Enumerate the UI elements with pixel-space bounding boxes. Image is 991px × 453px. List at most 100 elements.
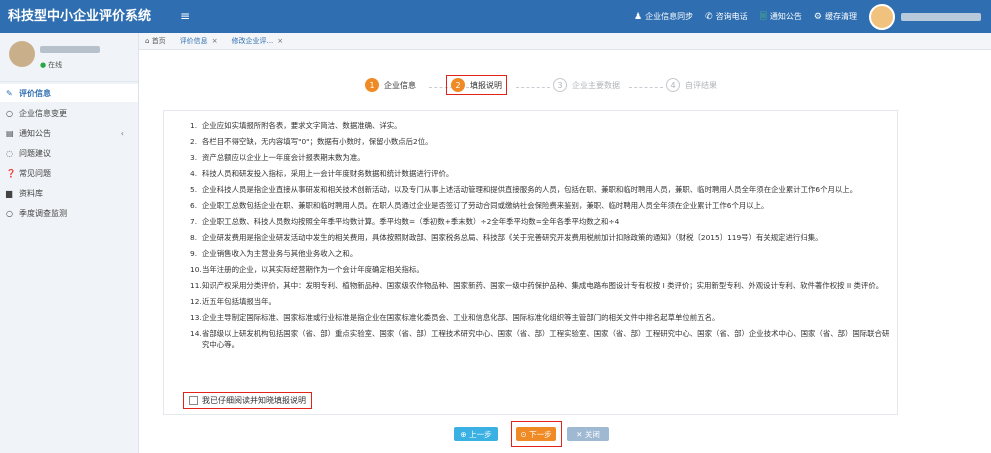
sidebar-item-info-change[interactable]: ○ 企业信息变更 — [0, 104, 138, 122]
agree-checkbox-row[interactable]: 我已仔细阅读并知晓填报说明 — [183, 392, 312, 409]
step-number: 3 — [553, 78, 567, 92]
item-text: 企业应如实填报所附各表，要求文字简洁、数据准确、详实。 — [202, 121, 402, 130]
topnav-sync-label: 企业信息同步 — [645, 12, 694, 21]
tab-home-label: 首页 — [151, 37, 166, 45]
list-item: 10. 当年注册的企业，以其实际经营期作为一个会计年度确定相关指标。 — [190, 264, 890, 275]
item-text: 企业研发费用是指企业研发活动中发生的相关费用，具体按照财政部、国家税务总局、科技… — [202, 233, 823, 242]
list-item: 2. 各栏目不得空缺，无内容填写"0"；数据有小数时，保留小数点后2位。 — [190, 136, 890, 147]
list-item: 14. 省部级以上研发机构包括国家（省、部）重点实验室、国家（省、部）工程技术研究… — [190, 328, 890, 350]
agree-label: 我已仔细阅读并知晓填报说明 — [202, 396, 306, 405]
list-item: 7. 企业职工总数、科技人员数均按照全年季平均数计算。季平均数=（季初数+季末数）… — [190, 216, 890, 227]
list-item: 12. 近五年包括填报当年。 — [190, 296, 890, 307]
sidebar-item-label: 企业信息变更 — [19, 108, 67, 118]
close-icon[interactable]: × — [212, 37, 218, 45]
close-button[interactable]: ✕ 关闭 — [567, 427, 609, 441]
avatar[interactable] — [869, 3, 895, 30]
sidebar-item-label: 通知公告 — [19, 128, 51, 138]
tab-home[interactable]: ⌂ 首页 — [145, 36, 166, 46]
tab-evaluation[interactable]: 评价信息 × — [180, 36, 218, 46]
sidebar-item-library[interactable]: ▆ 资料库 — [0, 184, 138, 202]
online-label: 在线 — [48, 61, 63, 69]
top-bar: 科技型中小企业评价系统 ≡ ♟ 企业信息同步 ✆ 咨询电话 🗏 通知公告 ⚙ 缓存清理 — [0, 0, 991, 33]
step-self-evaluation: 4 自评结果 — [666, 78, 717, 92]
instructions-list: 1. 企业应如实填报所附各表，要求文字简洁、数据准确、详实。 2. 各栏目不得空缺，… — [190, 120, 890, 355]
item-number: 9. — [190, 249, 198, 258]
edit-icon: ✎ — [6, 88, 13, 98]
step-label: 企业信息 — [384, 80, 416, 90]
menu-toggle-icon[interactable]: ≡ — [180, 0, 190, 33]
online-status: ● 在线 — [40, 60, 62, 70]
sidebar-avatar — [9, 41, 35, 67]
item-number: 5. — [190, 185, 198, 194]
sidebar-item-evaluation[interactable]: ✎ 评价信息 — [0, 84, 138, 102]
sidebar-item-label: 资料库 — [19, 188, 43, 198]
list-item: 6. 企业职工总数包括企业在职、兼职和临时聘用人员。在职人员通过企业是否签订了劳动… — [190, 200, 890, 211]
tab-edit-evaluation[interactable]: 修改企业评... × — [232, 36, 284, 46]
item-number: 2. — [190, 137, 198, 146]
item-number: 11. — [190, 281, 202, 290]
tab-label: 评价信息 — [179, 37, 208, 45]
instructions-panel: 1. 企业应如实填报所附各表，要求文字简洁、数据准确、详实。 2. 各栏目不得空缺，… — [163, 110, 898, 415]
item-number: 3. — [190, 153, 198, 162]
notice-icon: ▤ — [6, 128, 14, 138]
step-company-info[interactable]: 1 企业信息 — [365, 78, 416, 92]
step-progress: 1 企业信息 2 填报说明 3 企业主要数据 4 自评结果 — [139, 75, 991, 96]
tab-bar: ⌂ 首页 评价信息 × 修改企业评... × — [139, 33, 991, 50]
item-text: 企业主导制定国际标准、国家标准或行业标准是指企业在国家标准化委员会、工业和信息化… — [202, 313, 720, 322]
home-icon: ⌂ — [145, 37, 150, 45]
close-icon[interactable]: × — [277, 37, 283, 45]
item-text: 企业职工总数、科技人员数均按照全年季平均数计算。季平均数=（季初数+季末数）÷2… — [202, 217, 620, 226]
agree-checkbox[interactable] — [189, 396, 198, 405]
prev-button[interactable]: ⊕ 上一步 — [454, 427, 498, 441]
next-button[interactable]: ⊙ 下一步 — [516, 427, 556, 441]
top-nav: ♟ 企业信息同步 ✆ 咨询电话 🗏 通知公告 ⚙ 缓存清理 — [634, 0, 991, 33]
sidebar-item-label: 问题建议 — [19, 148, 51, 158]
sidebar-item-faq[interactable]: ❓ 常见问题 — [0, 164, 138, 182]
sidebar-user: ● 在线 — [0, 33, 138, 82]
item-text: 企业科技人员是指企业直接从事研发和相关技术创新活动，以及专门从事上述活动管理和提… — [202, 185, 858, 194]
topnav-sync[interactable]: ♟ 企业信息同步 — [634, 11, 693, 22]
sidebar: ● 在线 ✎ 评价信息 ○ 企业信息变更 ▤ 通知公告 ‹ ◌ 问题建议 ❓ 常见问题 ▆ 资料… — [0, 33, 139, 453]
list-item: 1. 企业应如实填报所附各表，要求文字简洁、数据准确、详实。 — [190, 120, 890, 131]
item-number: 4. — [190, 169, 198, 178]
item-text: 当年注册的企业，以其实际经营期作为一个会计年度确定相关指标。 — [202, 265, 424, 274]
item-text: 企业职工总数包括企业在职、兼职和临时聘用人员。在职人员通过企业是否签订了劳动合同… — [202, 201, 769, 210]
list-item: 9. 企业销售收入为主营业务与其他业务收入之和。 — [190, 248, 890, 259]
item-number: 8. — [190, 233, 198, 242]
chat-icon: ◌ — [6, 148, 13, 158]
sidebar-user-name-redacted — [40, 46, 100, 53]
topnav-phone-label: 咨询电话 — [715, 12, 748, 21]
phone-icon: ✆ — [705, 11, 713, 22]
step-number: 2 — [451, 78, 465, 92]
topnav-cache[interactable]: ⚙ 缓存清理 — [814, 11, 857, 22]
topnav-notice-label: 通知公告 — [769, 12, 802, 21]
item-text: 资产总额应以企业上一年度会计报表期末数为准。 — [202, 153, 365, 162]
sidebar-item-notices[interactable]: ▤ 通知公告 ‹ — [0, 124, 138, 142]
circle-icon: ○ — [6, 108, 13, 118]
step-number: 1 — [365, 78, 379, 92]
item-number: 7. — [190, 217, 198, 226]
user-icon: ♟ — [634, 11, 643, 22]
item-number: 13. — [190, 313, 202, 322]
list-item: 4. 科技人员和研发投入指标，采用上一会计年度财务数据和统计数据进行评价。 — [190, 168, 890, 179]
user-name-redacted[interactable] — [901, 12, 981, 21]
step-instructions[interactable]: 2 填报说明 — [446, 75, 507, 95]
step-label: 自评结果 — [685, 80, 717, 90]
step-connector — [629, 87, 663, 88]
question-icon: ❓ — [6, 168, 16, 178]
item-number: 12. — [190, 297, 202, 306]
item-number: 1. — [190, 121, 198, 130]
topnav-phone[interactable]: ✆ 咨询电话 — [705, 11, 748, 22]
step-label: 填报说明 — [470, 80, 502, 90]
step-number: 4 — [666, 78, 680, 92]
sidebar-item-label: 季度调查监测 — [19, 208, 67, 218]
topnav-notice[interactable]: 🗏 通知公告 — [760, 9, 802, 25]
sidebar-item-quarterly-survey[interactable]: ○ 季度调查监测 — [0, 204, 138, 222]
item-text: 近五年包括填报当年。 — [202, 297, 276, 306]
step-label: 企业主要数据 — [572, 80, 620, 90]
cache-icon: ⚙ — [813, 11, 822, 22]
sidebar-item-label: 评价信息 — [19, 88, 51, 98]
list-item: 13. 企业主导制定国际标准、国家标准或行业标准是指企业在国家标准化委员会、工业和… — [190, 312, 890, 323]
item-text: 省部级以上研发机构包括国家（省、部）重点实验室、国家（省、部）工程技术研究中心、… — [202, 329, 890, 349]
sidebar-item-suggestions[interactable]: ◌ 问题建议 — [0, 144, 138, 162]
